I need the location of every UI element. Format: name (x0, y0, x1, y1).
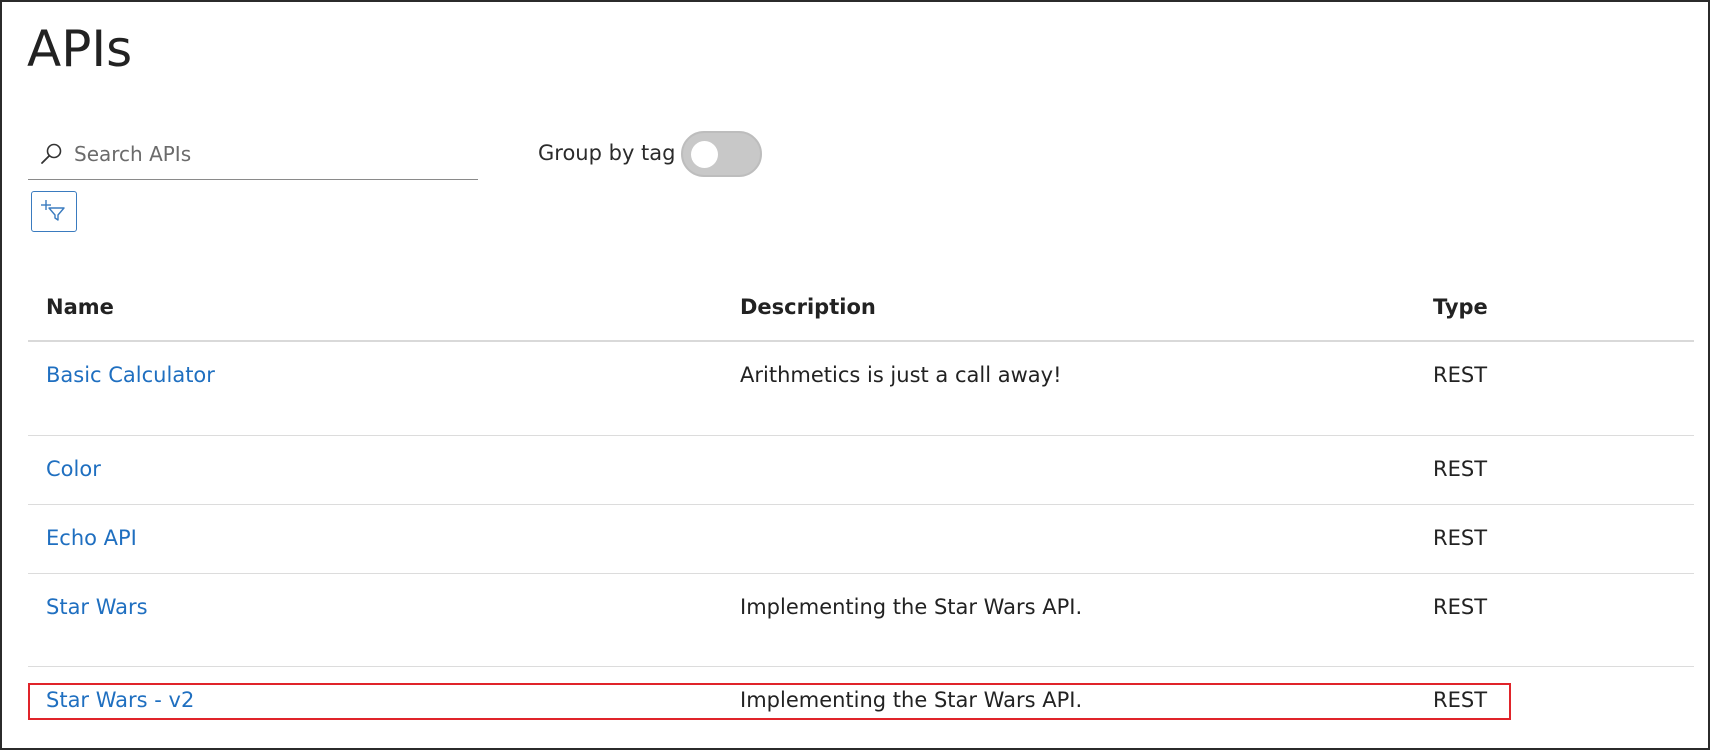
group-by-tag-toggle[interactable] (681, 131, 762, 177)
page-title: APIs (27, 20, 133, 78)
api-type: REST (1433, 363, 1488, 387)
table-row: Color REST (28, 436, 1694, 505)
search-box[interactable] (28, 129, 478, 180)
api-link-star-wars[interactable]: Star Wars (46, 595, 148, 619)
table-row: Echo API REST (28, 505, 1694, 574)
api-link-color[interactable]: Color (46, 457, 101, 481)
toggle-knob (691, 141, 718, 168)
api-description: Implementing the Star Wars API. (740, 688, 1083, 712)
api-type: REST (1433, 457, 1488, 481)
api-link-basic-calculator[interactable]: Basic Calculator (46, 363, 215, 387)
column-header-type[interactable]: Type (1433, 295, 1488, 319)
add-filter-button[interactable] (31, 191, 77, 232)
table-row: Star Wars - v2 Implementing the Star War… (28, 667, 1694, 739)
group-by-tag-label: Group by tag (538, 141, 676, 165)
api-type: REST (1433, 595, 1488, 619)
search-icon (38, 141, 64, 167)
api-type: REST (1433, 688, 1488, 712)
table-row: Star Wars Implementing the Star Wars API… (28, 574, 1694, 667)
api-description: Arithmetics is just a call away! (740, 363, 1062, 387)
table-row: Basic Calculator Arithmetics is just a c… (28, 342, 1694, 436)
column-header-name[interactable]: Name (46, 295, 114, 319)
app-window: APIs Group by tag Name Description Type (0, 0, 1710, 750)
add-filter-icon (40, 197, 68, 227)
search-input[interactable] (74, 142, 454, 166)
api-link-echo-api[interactable]: Echo API (46, 526, 137, 550)
api-type: REST (1433, 526, 1488, 550)
table-header: Name Description Type (28, 282, 1694, 342)
api-description: Implementing the Star Wars API. (740, 595, 1083, 619)
api-link-star-wars-v2[interactable]: Star Wars - v2 (46, 688, 194, 712)
apis-table: Name Description Type Basic Calculator A… (28, 282, 1694, 739)
column-header-description[interactable]: Description (740, 295, 876, 319)
